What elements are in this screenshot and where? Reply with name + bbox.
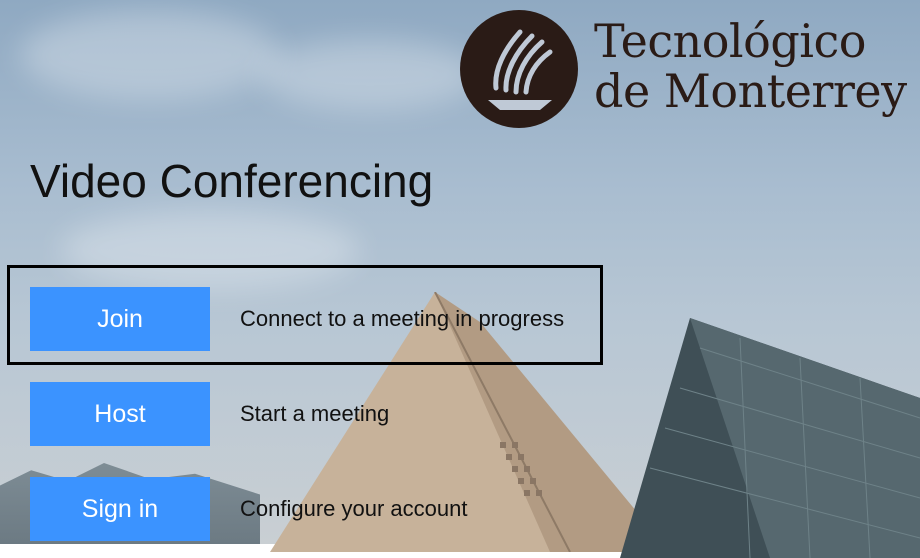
brand-name: Tecnológico de Monterrey: [594, 16, 907, 116]
brand-logo: Tecnológico de Monterrey: [460, 10, 920, 130]
join-button[interactable]: Join: [30, 287, 210, 351]
sign-in-description: Configure your account: [240, 496, 468, 521]
page-title: Video Conferencing: [30, 155, 434, 207]
host-button[interactable]: Host: [30, 382, 210, 446]
join-description: Connect to a meeting in progress: [240, 306, 565, 331]
cloud: [20, 10, 280, 100]
sign-in-button[interactable]: Sign in: [30, 477, 210, 541]
host-description: Start a meeting: [240, 401, 390, 426]
torch-emblem-icon: [460, 10, 578, 128]
brand-line-1: Tecnológico: [594, 14, 866, 68]
host-row: Host Start a meeting: [30, 382, 389, 446]
glass-building: [620, 318, 920, 558]
brand-line-2: de Monterrey: [594, 64, 907, 118]
join-row: Join Connect to a meeting in progress: [30, 287, 564, 351]
cloud: [260, 40, 480, 110]
sign-in-row: Sign in Configure your account: [30, 477, 467, 541]
